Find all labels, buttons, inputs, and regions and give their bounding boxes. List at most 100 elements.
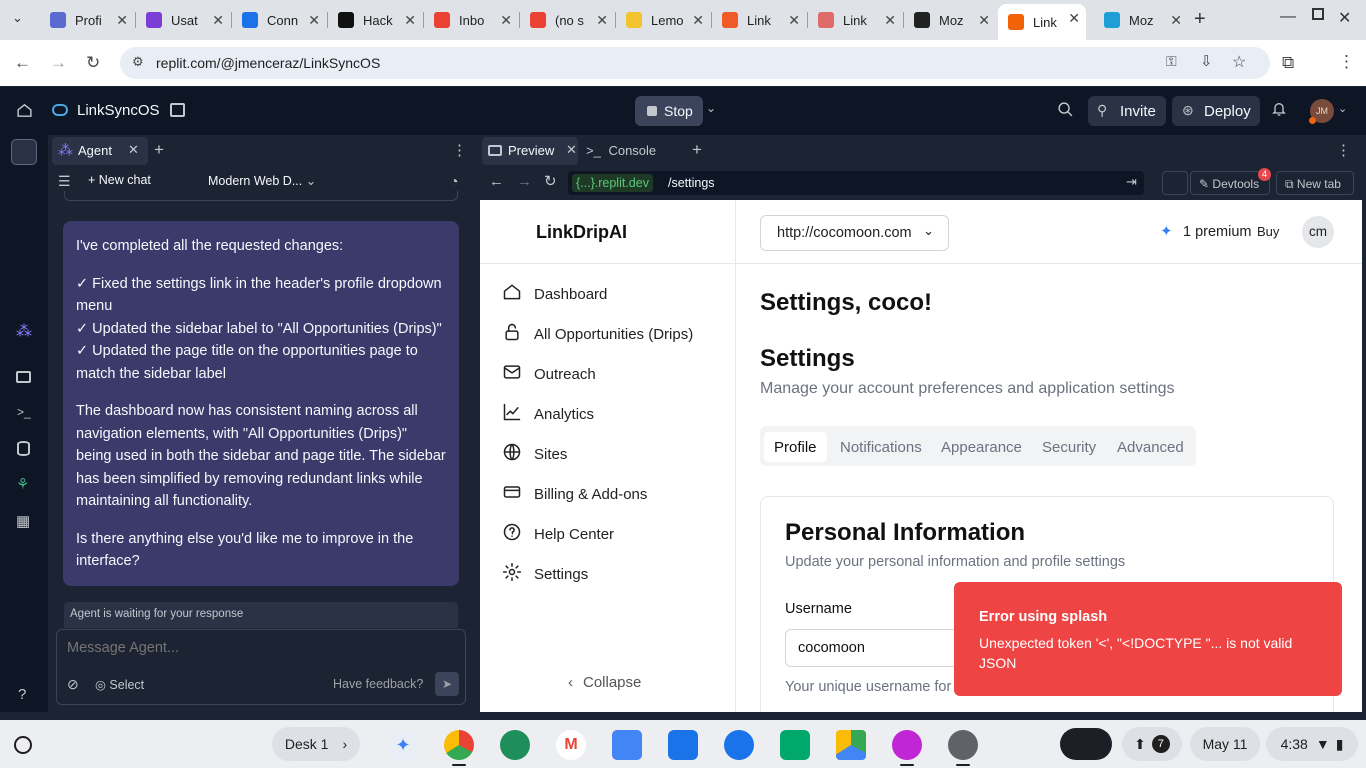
device-icon[interactable] [1162,171,1188,195]
all-tools-icon[interactable]: ▦ [16,512,30,530]
screen-thumbnail[interactable] [1060,728,1112,760]
preview-url-bar[interactable]: {...}.replit.dev /settings ⇥ [568,171,1144,195]
messages-app-icon[interactable] [724,730,754,760]
open-external-icon[interactable]: ⇥ [1126,174,1137,190]
database-rail-icon[interactable] [17,441,30,456]
preview-reload-icon[interactable]: ↻ [544,172,557,190]
chrome-app-icon[interactable] [444,730,474,760]
send-button[interactable]: ➤ [435,672,459,696]
close-tab-icon[interactable]: ✕ [692,12,704,28]
panel-menu-icon[interactable]: ⋮ [1336,141,1351,159]
error-toast[interactable]: Error using splash Unexpected token '<',… [954,582,1342,696]
browser-tab[interactable]: Lemo ✕ [616,6,710,34]
tab-preview[interactable]: Preview ✕ [482,137,578,165]
sidebar-item-outreach[interactable]: Outreach [502,362,596,386]
message-input[interactable] [57,630,463,666]
site-select[interactable]: http://cocomoon.com ⌄ [760,215,949,251]
agent-tab[interactable]: ⁂ Agent ✕ [52,137,148,165]
date-pill[interactable]: May 11 [1190,727,1260,761]
add-tab-icon[interactable]: + [692,140,702,160]
sidebar-item-analytics[interactable]: Analytics [502,402,594,426]
close-tab-icon[interactable]: ✕ [884,12,896,28]
maximize-icon[interactable] [1312,8,1324,20]
close-tab-icon[interactable]: ✕ [788,12,800,28]
project-name[interactable]: LinkSyncOS [77,102,160,119]
tab-appearance[interactable]: Appearance [931,432,1032,462]
extensions-icon[interactable]: ⧉ [1282,53,1294,73]
account-chevron-icon[interactable]: ⌄ [1338,102,1347,115]
close-tab-icon[interactable]: ✕ [1170,12,1182,28]
collapse-button[interactable]: ‹ Collapse [568,674,641,691]
sidebar-item-help-center[interactable]: Help Center [502,522,614,546]
sidebar-item-dashboard[interactable]: Dashboard [502,282,607,306]
deploy-rail-icon[interactable]: ⚘ [16,475,29,493]
attach-icon[interactable]: ⊘ [67,676,79,693]
notification-pill[interactable]: ⬆ 7 [1122,727,1182,761]
sidebar-item-billing-add-ons[interactable]: Billing & Add-ons [502,482,647,506]
explorer-toggle-icon[interactable] [11,139,37,165]
new-tab-button[interactable]: ⧉ New tab [1276,171,1354,195]
close-tab-icon[interactable]: ✕ [978,12,990,28]
feedback-link[interactable]: Have feedback? [333,677,423,691]
tab-profile[interactable]: Profile [764,432,827,462]
sidebar-item-settings[interactable]: Settings [502,562,588,586]
help-icon[interactable]: ? [18,686,26,703]
agent-rail-icon[interactable]: ⁂ [16,321,32,341]
preview-forward-icon[interactable]: → [517,173,532,190]
chat-list-icon[interactable]: ☰ [58,173,71,190]
browser-tab[interactable]: Link ✕ [808,6,902,34]
browser-tab[interactable]: (no s ✕ [520,6,614,34]
tab-advanced[interactable]: Advanced [1107,432,1194,462]
calendar-app-icon[interactable] [612,730,642,760]
site-info-icon[interactable]: ⚙ [132,54,144,70]
menu-icon[interactable]: ⋮ [1338,52,1355,72]
close-tab-icon[interactable]: ✕ [212,12,224,28]
close-tab-icon[interactable]: ✕ [1068,10,1080,26]
browser-tab[interactable]: Inbo ✕ [424,6,518,34]
close-tab-icon[interactable]: ✕ [116,12,128,28]
history-icon[interactable]: ◔ [450,173,458,189]
close-tab-icon[interactable]: ✕ [596,12,608,28]
invite-button[interactable]: ⚲ Invite [1088,96,1166,126]
bookmark-star-icon[interactable]: ☆ [1232,52,1246,72]
deploy-button[interactable]: ⊛ Deploy [1172,96,1260,126]
stop-button[interactable]: Stop [635,96,703,126]
user-avatar[interactable]: cm [1302,216,1334,248]
tab-notifications[interactable]: Notifications [830,432,932,462]
tab-console[interactable]: >_ Console [586,143,656,158]
new-chat-button[interactable]: + New chat [88,173,151,187]
tab-search-icon[interactable]: ⌄ [12,10,23,26]
install-icon[interactable]: ⇩ [1200,52,1213,70]
launcher-icon[interactable] [14,736,32,754]
key-icon[interactable]: ⚿ [1166,53,1177,70]
close-tab-icon[interactable]: ✕ [404,12,416,28]
preview-back-icon[interactable]: ← [489,173,504,190]
close-window-icon[interactable]: ✕ [1338,8,1351,28]
close-tab-icon[interactable]: ✕ [308,12,320,28]
browser-tab[interactable]: Usat ✕ [136,6,230,34]
browser-tab[interactable]: Hack ✕ [328,6,422,34]
files-icon[interactable] [170,103,185,117]
back-icon[interactable]: ← [14,53,31,73]
apps-app-icon[interactable] [500,730,530,760]
reload-icon[interactable]: ↻ [86,53,100,73]
browser-tab[interactable]: Moz ✕ [1094,6,1188,34]
play-store-app-icon[interactable] [836,730,866,760]
home-icon[interactable] [16,102,33,124]
app-brand[interactable]: LinkDripAI [536,222,627,243]
settings-app-icon[interactable] [948,730,978,760]
status-tray[interactable]: 4:38 ▼ ▮ [1266,727,1358,761]
run-options-chevron-icon[interactable]: ⌄ [706,101,716,115]
select-button[interactable]: ◎ Select [95,677,144,692]
new-tab-icon[interactable]: + [1194,8,1206,31]
forward-icon[interactable]: → [50,53,67,73]
browser-tab[interactable]: Link ✕ [998,4,1086,40]
panel-menu-icon[interactable]: ⋮ [452,141,467,159]
notifications-bell-icon[interactable] [1271,100,1287,123]
tab-security[interactable]: Security [1032,432,1106,462]
sidebar-item-all-opportunities-drips[interactable]: All Opportunities (Drips) [502,322,693,346]
browser-tab[interactable]: Link ✕ [712,6,806,34]
close-tab-icon[interactable]: ✕ [566,142,577,158]
browser-tab[interactable]: Profi ✕ [40,6,134,34]
meet-app-icon[interactable] [780,730,810,760]
